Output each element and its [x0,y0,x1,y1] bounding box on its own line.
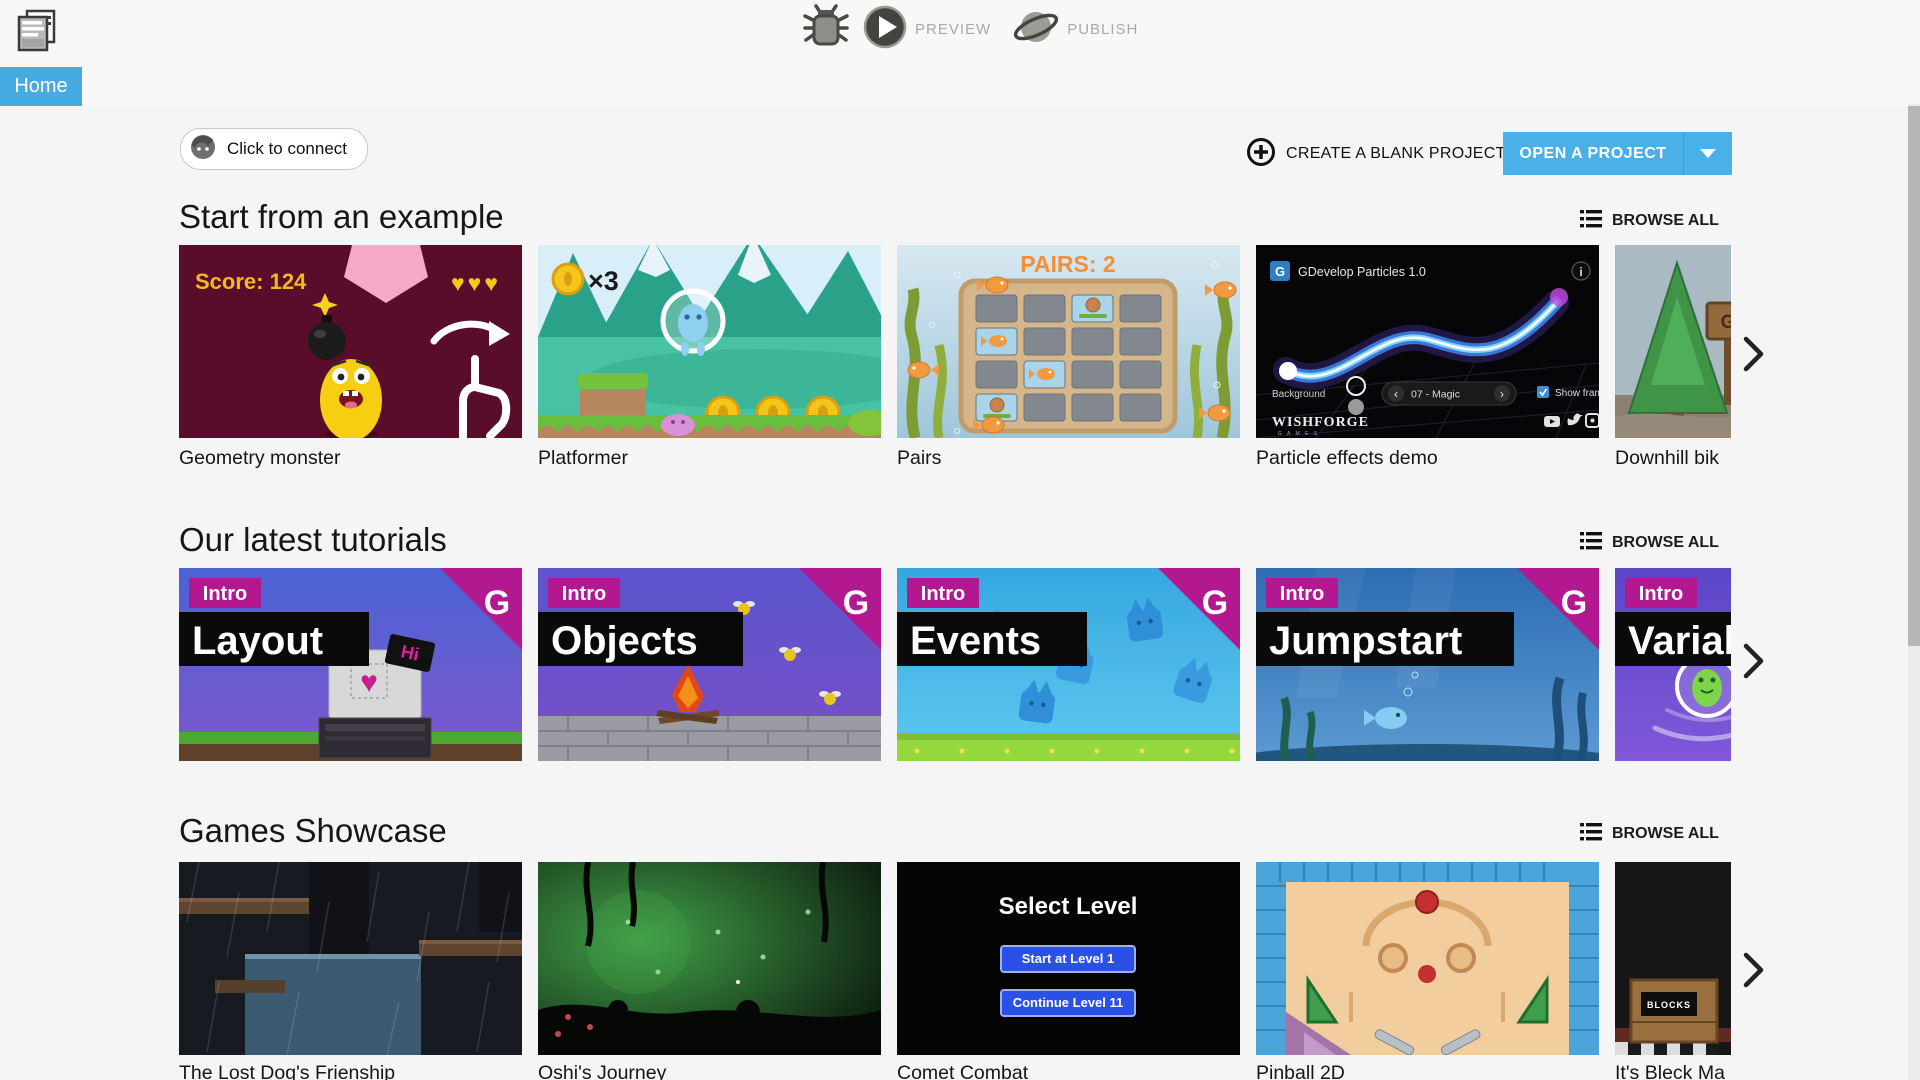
intro-badge: Intro [1639,583,1683,605]
connect-label: Click to connect [227,139,347,158]
showcase-carousel: Select Level Start at Level 1 Continue L… [179,862,1731,1055]
tutorial-card-layout[interactable]: ♥ Hi Layout Intro G [179,568,522,761]
list-icon [1580,822,1602,847]
create-blank-project-button[interactable]: CREATE A BLANK PROJECT [1246,136,1506,172]
intro-badge: Intro [562,583,606,605]
select-level-heading: Select Level [999,893,1138,920]
hearts: ♥♥♥ [451,270,501,296]
showcase-title[interactable]: It's Bleck Ma [1615,1062,1731,1080]
gdevelop-logo: G [1561,584,1587,622]
example-card-particle-effects[interactable]: G GDevelop Particles 1.0 i Background ‹ … [1256,245,1599,438]
intro-badge: Intro [921,583,965,605]
showcase-title[interactable]: Pinball 2D [1256,1062,1606,1080]
show-frame-label: Show frame [1555,388,1599,399]
showcase-card-oshi[interactable] [538,862,881,1055]
browse-all-label: BROWSE ALL [1612,534,1719,551]
showcase-title[interactable]: Comet Combat [897,1062,1247,1080]
example-title[interactable]: Platformer [538,447,888,470]
preview-icon[interactable] [863,5,907,54]
open-project-dropdown[interactable] [1683,132,1732,175]
showcase-card-bleck[interactable]: BLOCKS [1615,862,1731,1055]
tutorial-word: Jumpstart [1269,619,1462,663]
example-card-geometry-monster[interactable]: Score: 124 ♥♥♥ [179,245,522,438]
browse-all-tutorials[interactable]: BROWSE ALL [1580,530,1731,556]
project-manager-icon[interactable] [14,8,58,54]
example-card-downhill[interactable]: G [1615,245,1731,438]
preset-label: 07 - Magic [1411,389,1460,401]
tutorial-word: Variab [1628,619,1731,663]
tab-home[interactable]: Home [0,67,82,106]
gdevelop-logo: G [1202,584,1228,622]
run-toolbar: PREVIEW PUBLISH [803,3,1138,55]
tutorials-carousel: ♥ Hi Layout Intro G Objects Intro G Even… [179,568,1731,761]
prev-arrow: ‹ [1394,387,1398,401]
tutorial-card-variables[interactable]: +1 Variab Intro G [1615,568,1731,761]
examples-carousel: Score: 124 ♥♥♥ ×3 PAIRS: 2 G GDevelop Pa… [179,245,1731,438]
publish-button[interactable]: PUBLISH [1067,21,1138,38]
showcase-card-comet-combat[interactable]: Select Level Start at Level 1 Continue L… [897,862,1240,1055]
info-icon: i [1579,265,1582,279]
gd-logo: G [1275,264,1285,279]
create-blank-label: CREATE A BLANK PROJECT [1286,145,1506,162]
open-project-button[interactable]: OPEN A PROJECT [1503,132,1732,175]
tutorial-card-jumpstart[interactable]: Jumpstart Intro G [1256,568,1599,761]
pairs-counter: PAIRS: 2 [1020,251,1115,277]
example-title[interactable]: Downhill bik [1615,447,1731,470]
tab-home-label: Home [14,75,68,97]
continue-level-button: Continue Level 11 [1013,995,1124,1010]
browse-all-showcase[interactable]: BROWSE ALL [1580,821,1731,847]
coin-counter: ×3 [588,266,619,296]
gdevelop-home-page: PREVIEW PUBLISH Home Click to connect CR… [0,0,1920,1080]
tutorial-card-objects[interactable]: Objects Intro G [538,568,881,761]
scrollbar-thumb[interactable] [1908,106,1920,646]
publish-planet-icon[interactable] [1013,5,1059,54]
score-text: Score: 124 [195,269,307,294]
background-label: Background [1272,389,1325,400]
showcase-title[interactable]: The Lost Dog's Frienship [179,1062,529,1080]
tutorial-word: Objects [551,619,698,663]
example-title[interactable]: Pairs [897,447,1247,470]
tutorial-word: Layout [192,619,323,663]
tutorial-word: Events [910,619,1041,663]
list-icon [1580,209,1602,234]
tutorial-card-events[interactable]: Events Intro G [897,568,1240,761]
wishforge-sub: G A M E S [1278,431,1319,437]
intro-badge: Intro [203,583,247,605]
example-card-platformer[interactable]: ×3 [538,245,881,438]
plus-icon [1246,137,1276,172]
showcase-title[interactable]: Oshi's Journey [538,1062,888,1080]
particles-title: GDevelop Particles 1.0 [1298,265,1426,279]
list-icon [1580,531,1602,556]
blocks-sign: BLOCKS [1647,1000,1691,1010]
showcase-card-lost-dog[interactable] [179,862,522,1055]
start-level-button: Start at Level 1 [1022,951,1115,966]
browse-all-label: BROWSE ALL [1612,212,1719,229]
section-title-showcase: Games Showcase [179,812,447,849]
section-title-tutorials: Our latest tutorials [179,521,447,558]
connect-button[interactable]: Click to connect [180,128,368,170]
wishforge-brand: WISHFORGE [1272,415,1369,430]
example-title[interactable]: Geometry monster [179,447,529,470]
browse-all-label: BROWSE ALL [1612,825,1719,842]
sign-letter: G [1721,312,1731,333]
gdevelop-logo: G [484,584,510,622]
intro-badge: Intro [1280,583,1324,605]
example-title[interactable]: Particle effects demo [1256,447,1606,470]
example-card-pairs[interactable]: PAIRS: 2 [897,245,1240,438]
chevron-right-icon[interactable] [1738,950,1768,990]
next-arrow: › [1500,387,1504,401]
section-title-examples: Start from an example [179,198,504,235]
browse-all-examples[interactable]: BROWSE ALL [1580,208,1731,234]
profile-icon [189,133,217,166]
preview-button[interactable]: PREVIEW [915,21,991,38]
showcase-card-pinball[interactable] [1256,862,1599,1055]
open-project-label: OPEN A PROJECT [1519,144,1667,162]
chevron-right-icon[interactable] [1738,641,1768,681]
caret-down-icon [1700,149,1716,158]
debug-icon[interactable] [803,3,849,55]
gdevelop-logo: G [843,584,869,622]
svg-text:♥: ♥ [360,666,378,699]
top-toolbar: PREVIEW PUBLISH Home [0,0,1920,106]
chevron-right-icon[interactable] [1738,334,1768,374]
